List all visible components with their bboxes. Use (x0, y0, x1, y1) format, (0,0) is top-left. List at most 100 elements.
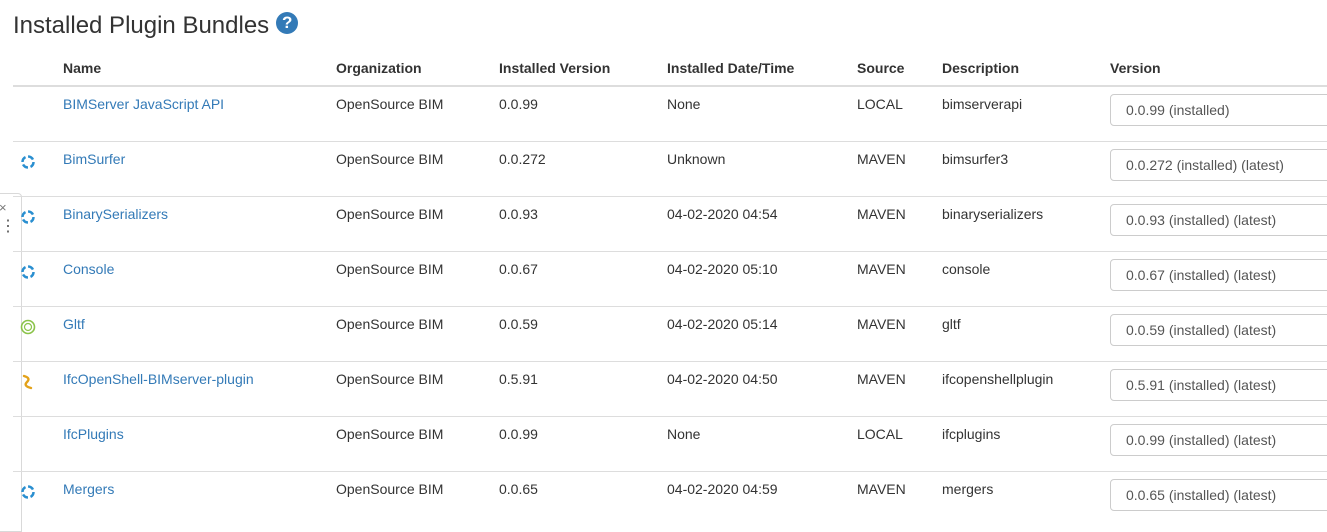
table-row: Gltf OpenSource BIM 0.0.59 04-02-2020 05… (13, 306, 1327, 362)
row-icon-cell (13, 141, 63, 197)
installed-version-cell: 0.0.65 (499, 471, 667, 526)
header-organization: Organization (336, 50, 499, 87)
version-select[interactable]: 0.0.99 (installed) (latest) (1110, 424, 1327, 456)
table-row: BIMServer JavaScript API OpenSource BIM … (13, 86, 1327, 142)
version-cell: 0.0.272 (installed) (latest) (1110, 141, 1327, 197)
opensource-bim-logo-icon (20, 265, 36, 283)
source-cell: MAVEN (857, 196, 942, 252)
description-cell: ifcplugins (942, 416, 1110, 472)
description-cell: bimserverapi (942, 96, 1023, 112)
installed-datetime-cell: None (667, 96, 701, 112)
plugin-name-link[interactable]: IfcPlugins (63, 426, 124, 442)
source-cell: MAVEN (857, 251, 942, 307)
table-row: IfcPlugins OpenSource BIM 0.0.99 None LO… (13, 416, 1327, 472)
close-icon[interactable]: × (0, 200, 7, 215)
installed-datetime-cell: 04-02-2020 04:54 (667, 196, 857, 252)
organization-cell: OpenSource BIM (336, 141, 499, 197)
table-row: BimSurfer OpenSource BIM 0.0.272 Unknown… (13, 141, 1327, 197)
installed-version-cell: 0.0.99 (499, 416, 667, 472)
organization-cell: OpenSource BIM (336, 196, 499, 252)
installed-datetime-cell: 04-02-2020 05:10 (667, 251, 857, 307)
version-cell: 0.5.91 (installed) (latest) (1110, 361, 1327, 417)
description-cell: ifcopenshellplugin (942, 361, 1110, 417)
row-icon-cell (13, 251, 63, 307)
version-select[interactable]: 0.0.93 (installed) (latest) (1110, 204, 1327, 236)
version-cell: 0.0.99 (installed) (latest) (1110, 416, 1327, 472)
description-cell: binaryserializers (942, 196, 1110, 252)
opensource-bim-logo-icon (20, 210, 36, 228)
version-select[interactable]: 0.0.59 (installed) (latest) (1110, 314, 1327, 346)
plugin-name-link[interactable]: IfcOpenShell-BIMserver-plugin (63, 371, 254, 387)
version-cell: 0.0.65 (installed) (latest) (1110, 471, 1327, 526)
row-icon-cell (13, 471, 63, 526)
version-select[interactable]: 0.0.67 (installed) (latest) (1110, 259, 1327, 291)
installed-version-cell: 0.0.99 (499, 96, 538, 112)
plugin-name-cell: Gltf (63, 306, 336, 362)
installed-version-cell: 0.0.59 (499, 306, 667, 362)
plugin-bundles-table: Name Organization Installed Version Inst… (13, 50, 1327, 526)
header-installed-datetime: Installed Date/Time (667, 50, 857, 87)
bimsurfer-logo-icon (20, 155, 36, 173)
header-icon (13, 50, 63, 87)
description-cell: mergers (942, 471, 1110, 526)
plugin-name-link[interactable]: BimSurfer (63, 151, 125, 167)
table-header-row: Name Organization Installed Version Inst… (13, 50, 1327, 87)
plugin-name-cell: BimSurfer (63, 141, 336, 197)
header-description: Description (942, 50, 1110, 87)
source-cell: MAVEN (857, 306, 942, 362)
source-cell: LOCAL (857, 96, 903, 112)
source-cell: MAVEN (857, 141, 942, 197)
version-cell: 0.0.67 (installed) (latest) (1110, 251, 1327, 307)
plugin-name-cell: IfcPlugins (63, 416, 336, 472)
installed-datetime-cell: 04-02-2020 04:50 (667, 361, 857, 417)
version-cell: 0.0.99 (installed) (1110, 86, 1327, 142)
version-select[interactable]: 0.5.91 (installed) (latest) (1110, 369, 1327, 401)
organization-cell: OpenSource BIM (336, 361, 499, 417)
plugin-name-link[interactable]: BinarySerializers (63, 206, 168, 222)
plugin-name-link[interactable]: Gltf (63, 316, 85, 332)
version-select[interactable]: 0.0.65 (installed) (latest) (1110, 479, 1327, 511)
header-installed-version: Installed Version (499, 50, 667, 87)
help-icon[interactable]: ? (276, 12, 299, 34)
plugin-name-link[interactable]: Console (63, 261, 114, 277)
description-cell: console (942, 251, 1110, 307)
plugin-name-cell: IfcOpenShell-BIMserver-plugin (63, 361, 336, 417)
plugin-name-cell: Console (63, 251, 336, 307)
plugin-name-cell: BIMServer JavaScript API (63, 86, 336, 142)
installed-version-cell: 0.0.93 (499, 196, 667, 252)
source-cell: LOCAL (857, 416, 942, 472)
version-cell: 0.0.93 (installed) (latest) (1110, 196, 1327, 252)
plugin-name-link[interactable]: Mergers (63, 481, 114, 497)
opensource-bim-logo-icon (20, 485, 36, 503)
table-row: Mergers OpenSource BIM 0.0.65 04-02-2020… (13, 471, 1327, 526)
row-icon-cell (13, 361, 63, 417)
page-title: Installed Plugin Bundles ? (13, 8, 299, 44)
description-cell: gltf (942, 306, 1110, 362)
source-cell: MAVEN (857, 361, 942, 417)
version-select[interactable]: 0.0.99 (installed) (1110, 94, 1327, 126)
installed-datetime-cell: 04-02-2020 04:59 (667, 471, 857, 526)
version-cell: 0.0.59 (installed) (latest) (1110, 306, 1327, 362)
header-source: Source (857, 50, 942, 87)
header-name: Name (63, 50, 336, 87)
row-icon-cell (13, 196, 63, 252)
plugin-name-cell: BinarySerializers (63, 196, 336, 252)
row-icon-cell (13, 306, 63, 362)
gltf-logo-icon (20, 319, 36, 338)
installed-datetime-cell: 04-02-2020 05:14 (667, 306, 857, 362)
organization-cell: OpenSource BIM (336, 96, 444, 112)
ifcopenshell-logo-icon (20, 374, 36, 393)
row-icon-cell (13, 416, 63, 472)
table-row: BinarySerializers OpenSource BIM 0.0.93 … (13, 196, 1327, 252)
installed-datetime-cell: None (667, 416, 857, 472)
organization-cell: OpenSource BIM (336, 251, 499, 307)
version-select[interactable]: 0.0.272 (installed) (latest) (1110, 149, 1327, 181)
plugin-name-cell: Mergers (63, 471, 336, 526)
page-title-text: Installed Plugin Bundles (13, 12, 270, 39)
organization-cell: OpenSource BIM (336, 471, 499, 526)
plugin-name-link[interactable]: BIMServer JavaScript API (63, 96, 224, 112)
installed-datetime-cell: Unknown (667, 141, 857, 197)
row-icon-cell (13, 86, 63, 142)
organization-cell: OpenSource BIM (336, 306, 499, 362)
installed-version-cell: 0.0.67 (499, 251, 667, 307)
